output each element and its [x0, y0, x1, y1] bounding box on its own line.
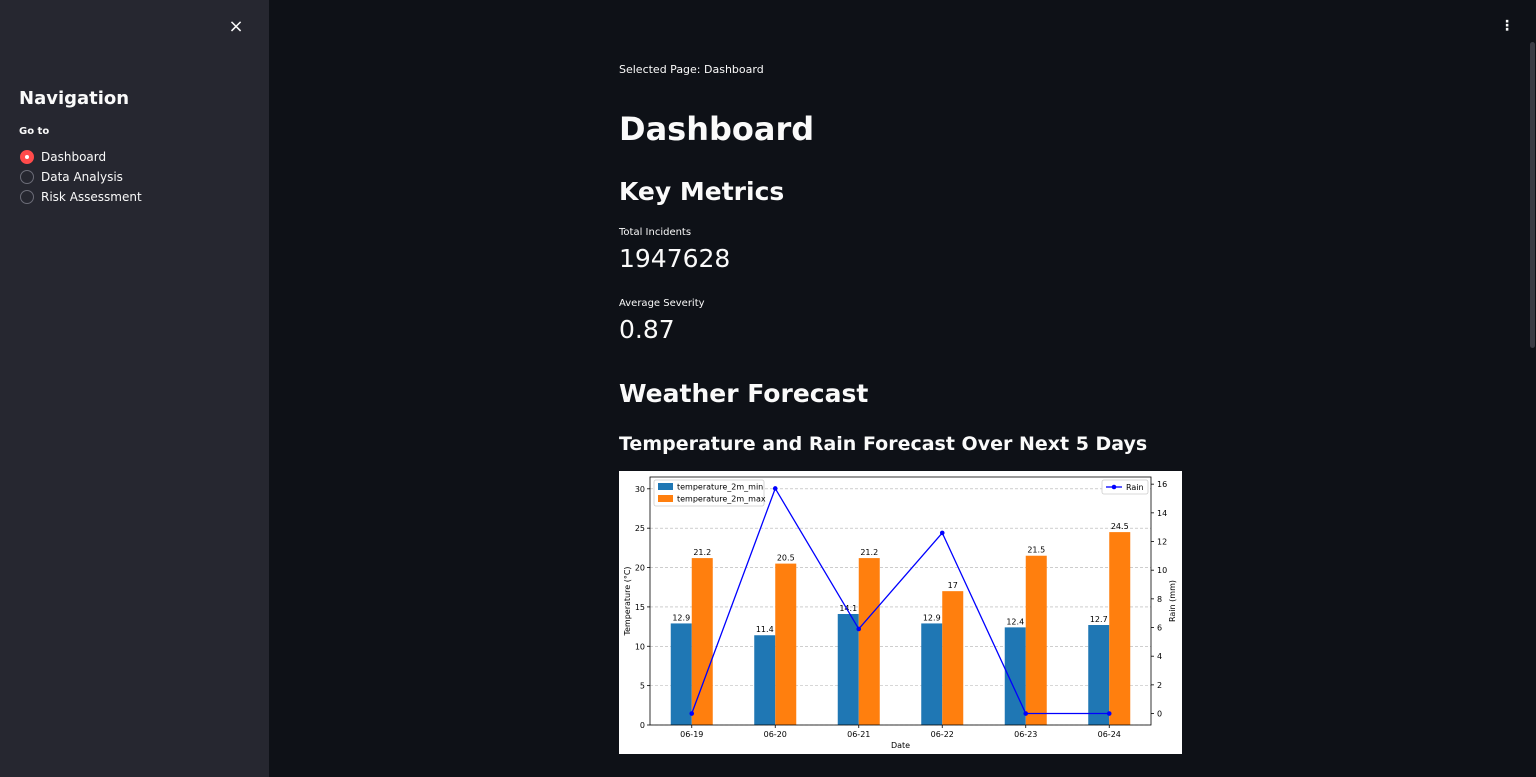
legend-swatch-temperature-max: [658, 495, 673, 502]
bar-temperature-max: [1109, 532, 1131, 725]
scrollbar[interactable]: [1530, 42, 1535, 348]
radio-option-data-analysis[interactable]: Data Analysis: [20, 167, 142, 187]
y-tick-label: 20: [635, 564, 645, 573]
metric-label-total-incidents: Total Incidents: [619, 227, 692, 238]
y2-axis-label: Rain (mm): [1168, 580, 1177, 622]
bar-value-label: 12.7: [1090, 615, 1108, 624]
y2-tick-label: 0: [1157, 710, 1162, 719]
legend-label-rain: Rain: [1126, 483, 1144, 492]
radio-unselected-icon[interactable]: [20, 190, 34, 204]
chart-heading: Temperature and Rain Forecast Over Next …: [619, 433, 1148, 455]
rain-point: [939, 530, 945, 536]
bar-temperature-max: [942, 591, 964, 725]
y2-tick-label: 2: [1157, 681, 1162, 690]
bar-temperature-max: [775, 563, 797, 725]
legend-label-temperature-max: temperature_2m_max: [677, 495, 766, 504]
y2-tick-label: 6: [1157, 624, 1162, 633]
bar-value-label: 20.5: [777, 554, 795, 563]
y-tick-label: 15: [635, 603, 645, 612]
metric-value-total-incidents: 1947628: [619, 244, 731, 273]
bar-value-label: 12.9: [923, 613, 941, 622]
y-tick-label: 30: [635, 485, 645, 494]
bar-temperature-min: [837, 613, 859, 725]
bar-temperature-max: [691, 558, 713, 725]
forecast-chart-svg: 0 5 10 15 20 25 30 0 2 4 6 8 10 12 14 16 12.9 21.2 06-19 11…: [623, 476, 1177, 750]
x-tick-label: 06-19: [680, 730, 703, 739]
y-tick-label: 0: [640, 721, 645, 730]
y-tick-label: 5: [640, 682, 645, 691]
legend-label-temperature-min: temperature_2m_min: [677, 483, 763, 492]
plot-frame: [649, 476, 1152, 726]
radio-option-dashboard[interactable]: Dashboard: [20, 147, 142, 167]
bar-temperature-min: [1088, 625, 1110, 725]
rain-point: [689, 711, 695, 716]
bar-temperature-min: [921, 623, 943, 725]
selected-page-text: Selected Page: Dashboard: [619, 63, 764, 76]
radio-unselected-icon[interactable]: [20, 170, 34, 184]
x-axis-label: Date: [891, 741, 910, 750]
y2-tick-label: 8: [1157, 595, 1162, 604]
x-tick-label: 06-20: [764, 730, 787, 739]
bar-temperature-max: [1025, 555, 1047, 725]
rain-point: [1106, 711, 1112, 716]
close-sidebar-icon[interactable]: ×: [226, 17, 246, 37]
rain-point: [856, 626, 862, 632]
bar-temperature-max: [858, 558, 880, 725]
legend-marker-rain: [1111, 484, 1117, 490]
y2-tick-label: 12: [1157, 538, 1167, 547]
bar-value-label: 12.9: [672, 613, 690, 622]
y-axis-label: Temperature (°C): [623, 566, 632, 636]
radio-label: Risk Assessment: [41, 190, 142, 204]
sidebar: × Navigation Go to Dashboard Data Analys…: [0, 0, 269, 777]
bar-temperature-min: [754, 635, 776, 725]
bar-value-label: 12.4: [1006, 617, 1024, 626]
metric-value-average-severity: 0.87: [619, 315, 675, 344]
bar-temperature-min: [670, 623, 692, 725]
weather-forecast-heading: Weather Forecast: [619, 379, 869, 408]
y2-tick-label: 16: [1157, 480, 1167, 489]
radio-label: Data Analysis: [41, 170, 123, 184]
bar-value-label: 17: [948, 581, 958, 590]
radio-option-risk-assessment[interactable]: Risk Assessment: [20, 187, 142, 207]
x-tick-label: 06-23: [1014, 730, 1037, 739]
rain-point: [772, 486, 778, 491]
y2-tick-label: 14: [1157, 509, 1167, 518]
bar-value-label: 11.4: [756, 625, 774, 634]
main-menu-icon[interactable]: ⋮: [1500, 16, 1514, 36]
legend-swatch-temperature-min: [658, 483, 673, 490]
key-metrics-heading: Key Metrics: [619, 177, 785, 206]
x-tick-label: 06-24: [1098, 730, 1121, 739]
page-radio-group: Dashboard Data Analysis Risk Assessment: [20, 147, 142, 207]
bar-value-label: 21.2: [693, 548, 711, 557]
y-tick-label: 25: [635, 524, 645, 533]
rain-point: [1023, 711, 1029, 716]
metric-label-average-severity: Average Severity: [619, 298, 705, 309]
radio-label: Dashboard: [41, 150, 107, 164]
bar-value-label: 21.5: [1027, 546, 1045, 555]
bar-value-label: 21.2: [860, 548, 878, 557]
y-tick-label: 10: [635, 642, 645, 651]
x-tick-label: 06-22: [931, 730, 954, 739]
bar-value-label: 24.5: [1111, 522, 1129, 531]
y2-tick-label: 10: [1157, 566, 1167, 575]
page-title: Dashboard: [619, 110, 815, 148]
goto-label: Go to: [19, 126, 50, 137]
y2-tick-label: 4: [1157, 652, 1162, 661]
radio-selected-icon[interactable]: [20, 150, 34, 164]
sidebar-title: Navigation: [19, 88, 130, 109]
forecast-chart: 0 5 10 15 20 25 30 0 2 4 6 8 10 12 14 16 12.9 21.2 06-19 11…: [619, 471, 1182, 754]
x-tick-label: 06-21: [847, 730, 870, 739]
